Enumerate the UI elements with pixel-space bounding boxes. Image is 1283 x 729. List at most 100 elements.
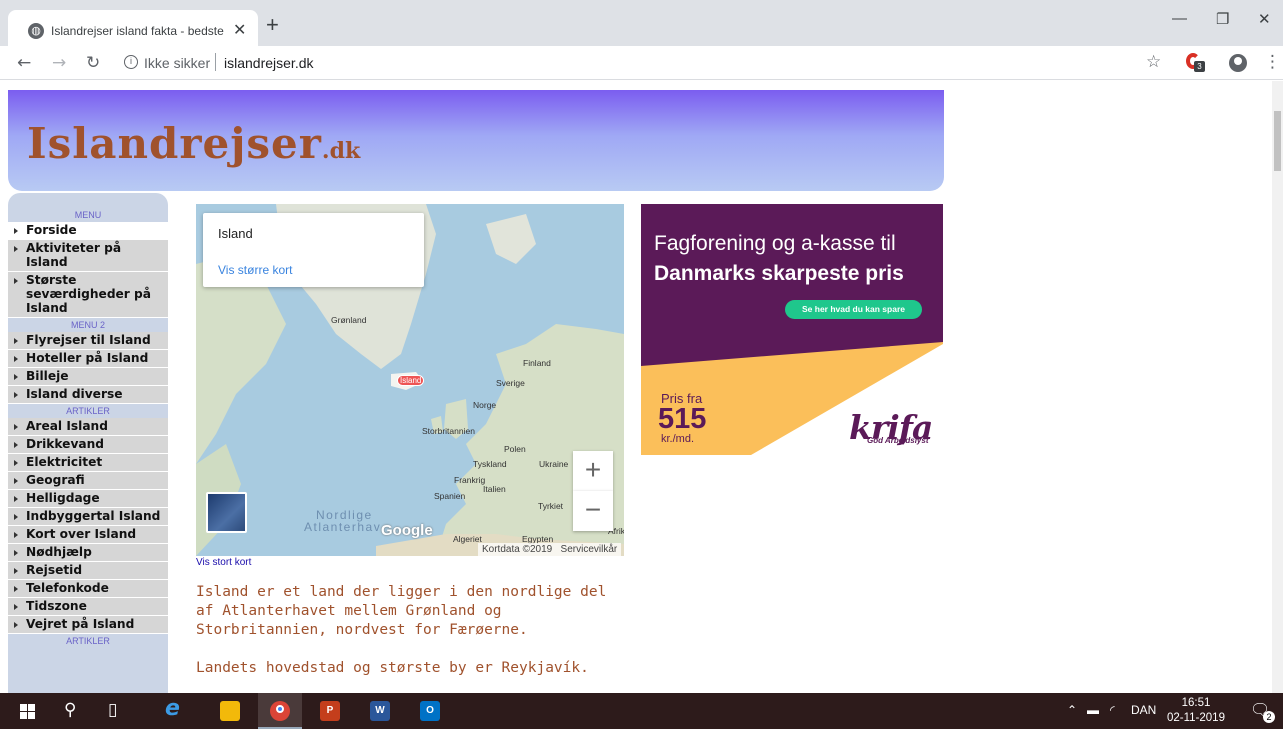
map-larger-link[interactable]: Vis større kort (218, 263, 292, 277)
map-label-greenland: Grønland (331, 315, 367, 325)
site-header: Islandrejser.dk (8, 90, 944, 191)
map-label-ukraine: Ukraine (539, 459, 569, 469)
forward-icon[interactable]: → (52, 53, 66, 73)
map-view-large-link[interactable]: Vis stort kort (196, 557, 251, 568)
tab-title: Islandrejser island fakta - bedste (51, 24, 224, 38)
menu-item-forside[interactable]: Forside (8, 222, 168, 240)
map-label-italy: Italien (483, 484, 506, 494)
site-logo[interactable]: Islandrejser.dk (27, 119, 360, 168)
windows-taskbar: ⚲ ▯ e P W O ⌃ ▬ ◜ DAN 16:51 02-11-2019 🗨… (0, 693, 1283, 729)
bookmark-star-icon[interactable]: ☆ (1146, 52, 1161, 72)
word-icon[interactable]: W (370, 701, 390, 721)
powerpoint-icon[interactable]: P (320, 701, 340, 721)
island-marker[interactable]: Island (397, 375, 425, 386)
logo-main: Islandrejser (27, 119, 322, 168)
browser-toolbar: ← → ↻ i Ikke sikker islandrejser.dk ☆ 3 … (0, 46, 1283, 80)
map-label-germany: Tyskland (473, 459, 507, 469)
menu-heading-artikler-2: ARTIKLER (8, 634, 168, 648)
clock-date: 02-11-2019 (1167, 712, 1225, 724)
map-label-turkey: Tyrkiet (538, 501, 564, 511)
ad-price: 515 (658, 403, 707, 435)
chrome-icon[interactable] (270, 701, 290, 721)
map-label-poland: Polen (504, 444, 526, 454)
menu-item-noedhjaelp[interactable]: Nødhjælp (8, 544, 168, 562)
menu-item-elektricitet[interactable]: Elektricitet (8, 454, 168, 472)
ad-tagline: God Arbejdslyst (867, 436, 929, 445)
menu-item-tidszone[interactable]: Tidszone (8, 598, 168, 616)
clock-time: 16:51 (1181, 697, 1211, 709)
map-terms-link[interactable]: Servicevilkår (561, 544, 618, 555)
notification-count: 2 (1263, 711, 1275, 723)
tray-chevron-icon[interactable]: ⌃ (1067, 703, 1077, 717)
menu-item-billeje[interactable]: Billeje (8, 368, 168, 386)
menu-heading-artikler: ARTIKLER (8, 404, 168, 418)
browser-tab[interactable]: ◍ Islandrejser island fakta - bedste ✕ (8, 10, 258, 46)
map-label-finland: Finland (523, 358, 551, 368)
ad-headline-2: Danmarks skarpeste pris (654, 262, 904, 285)
menu-item-seevaerdigheder[interactable]: Største seværdigheder på Island (8, 272, 168, 318)
window-close-icon[interactable]: ✕ (1258, 10, 1271, 28)
menu-item-drikkevand[interactable]: Drikkevand (8, 436, 168, 454)
satellite-toggle[interactable] (206, 492, 247, 533)
article-paragraph: Landets hovedstad og største by er Reykj… (196, 660, 589, 676)
page-scrollbar[interactable] (1272, 81, 1283, 693)
menu-heading-2: MENU 2 (8, 318, 168, 332)
ocean-label-line2: Atlanterhav (304, 520, 382, 534)
language-indicator[interactable]: DAN (1131, 703, 1156, 717)
edge-browser-icon[interactable]: e (165, 696, 180, 721)
menu-item-indbyggertal[interactable]: Indbyggertal Island (8, 508, 168, 526)
menu-item-geografi[interactable]: Geografi (8, 472, 168, 490)
address-bar[interactable]: i Ikke sikker islandrejser.dk (110, 50, 1170, 76)
scrollbar-thumb[interactable] (1274, 111, 1281, 171)
map-label-spain: Spanien (434, 491, 466, 501)
menu-item-rejsetid[interactable]: Rejsetid (8, 562, 168, 580)
menu-item-kort[interactable]: Kort over Island (8, 526, 168, 544)
wifi-icon[interactable]: ◜ (1110, 703, 1115, 717)
task-view-icon[interactable]: ▯ (108, 700, 117, 720)
google-logo: Google (381, 522, 433, 539)
ad-cta-button[interactable]: Se her hvad du kan spare (785, 300, 922, 319)
menu-item-island-diverse[interactable]: Island diverse (8, 386, 168, 404)
menu-item-vejret[interactable]: Vejret på Island (8, 616, 168, 634)
map-card-title: Island (218, 226, 253, 241)
back-icon[interactable]: ← (17, 53, 31, 73)
network-icon[interactable]: ▬ (1087, 703, 1099, 717)
restore-icon[interactable]: ❐ (1216, 10, 1229, 28)
logo-suffix: .dk (321, 138, 361, 164)
map-attribution: Kortdata ©2019 Servicevilkår (478, 543, 622, 556)
map-data-credit: Kortdata ©2019 (482, 544, 553, 555)
zoom-out-button[interactable]: − (573, 491, 613, 531)
minimize-icon[interactable]: — (1172, 10, 1187, 27)
menu-kebab-icon[interactable]: ⋮ (1264, 52, 1281, 72)
extension-icon[interactable]: 3 (1186, 53, 1205, 72)
side-menu: MENU Forside Aktiviteter på Island Størs… (8, 193, 168, 693)
menu-item-hoteller[interactable]: Hoteller på Island (8, 350, 168, 368)
url-text[interactable]: islandrejser.dk (224, 55, 314, 71)
file-explorer-icon[interactable] (220, 701, 240, 721)
tab-close-icon[interactable]: ✕ (233, 20, 246, 40)
menu-item-telefonkode[interactable]: Telefonkode (8, 580, 168, 598)
menu-item-flyrejser[interactable]: Flyrejser til Island (8, 332, 168, 350)
info-icon[interactable]: i (124, 55, 138, 69)
map-label-france: Frankrig (454, 475, 486, 485)
outlook-icon[interactable]: O (420, 701, 440, 721)
menu-item-helligdage[interactable]: Helligdage (8, 490, 168, 508)
profile-icon[interactable] (1229, 54, 1247, 72)
menu-item-areal[interactable]: Areal Island (8, 418, 168, 436)
ad-banner[interactable]: Fagforening og a-kasse til Danmarks skar… (641, 204, 943, 455)
article-paragraph: Island er et land der ligger i den nordl… (196, 584, 607, 638)
page-viewport: Islandrejser.dk MENU Forside Aktiviteter… (0, 81, 1272, 693)
menu-item-aktiviteter[interactable]: Aktiviteter på Island (8, 240, 168, 272)
security-label[interactable]: Ikke sikker (144, 55, 210, 71)
zoom-in-button[interactable]: + (573, 451, 613, 491)
ad-headline-1: Fagforening og a-kasse til (654, 232, 896, 255)
browser-tabstrip: ◍ Islandrejser island fakta - bedste ✕ +… (0, 0, 1283, 46)
windows-start-icon[interactable] (20, 704, 35, 719)
extension-badge: 3 (1194, 61, 1205, 72)
map-label-norway: Norge (473, 400, 497, 410)
embedded-map[interactable]: Island Grønland Finland Sverige Norge St… (196, 204, 624, 556)
search-icon[interactable]: ⚲ (64, 700, 76, 720)
reload-icon[interactable]: ↻ (86, 53, 100, 73)
new-tab-button[interactable]: + (266, 12, 279, 38)
system-clock[interactable]: 16:51 02-11-2019 (1166, 696, 1226, 726)
